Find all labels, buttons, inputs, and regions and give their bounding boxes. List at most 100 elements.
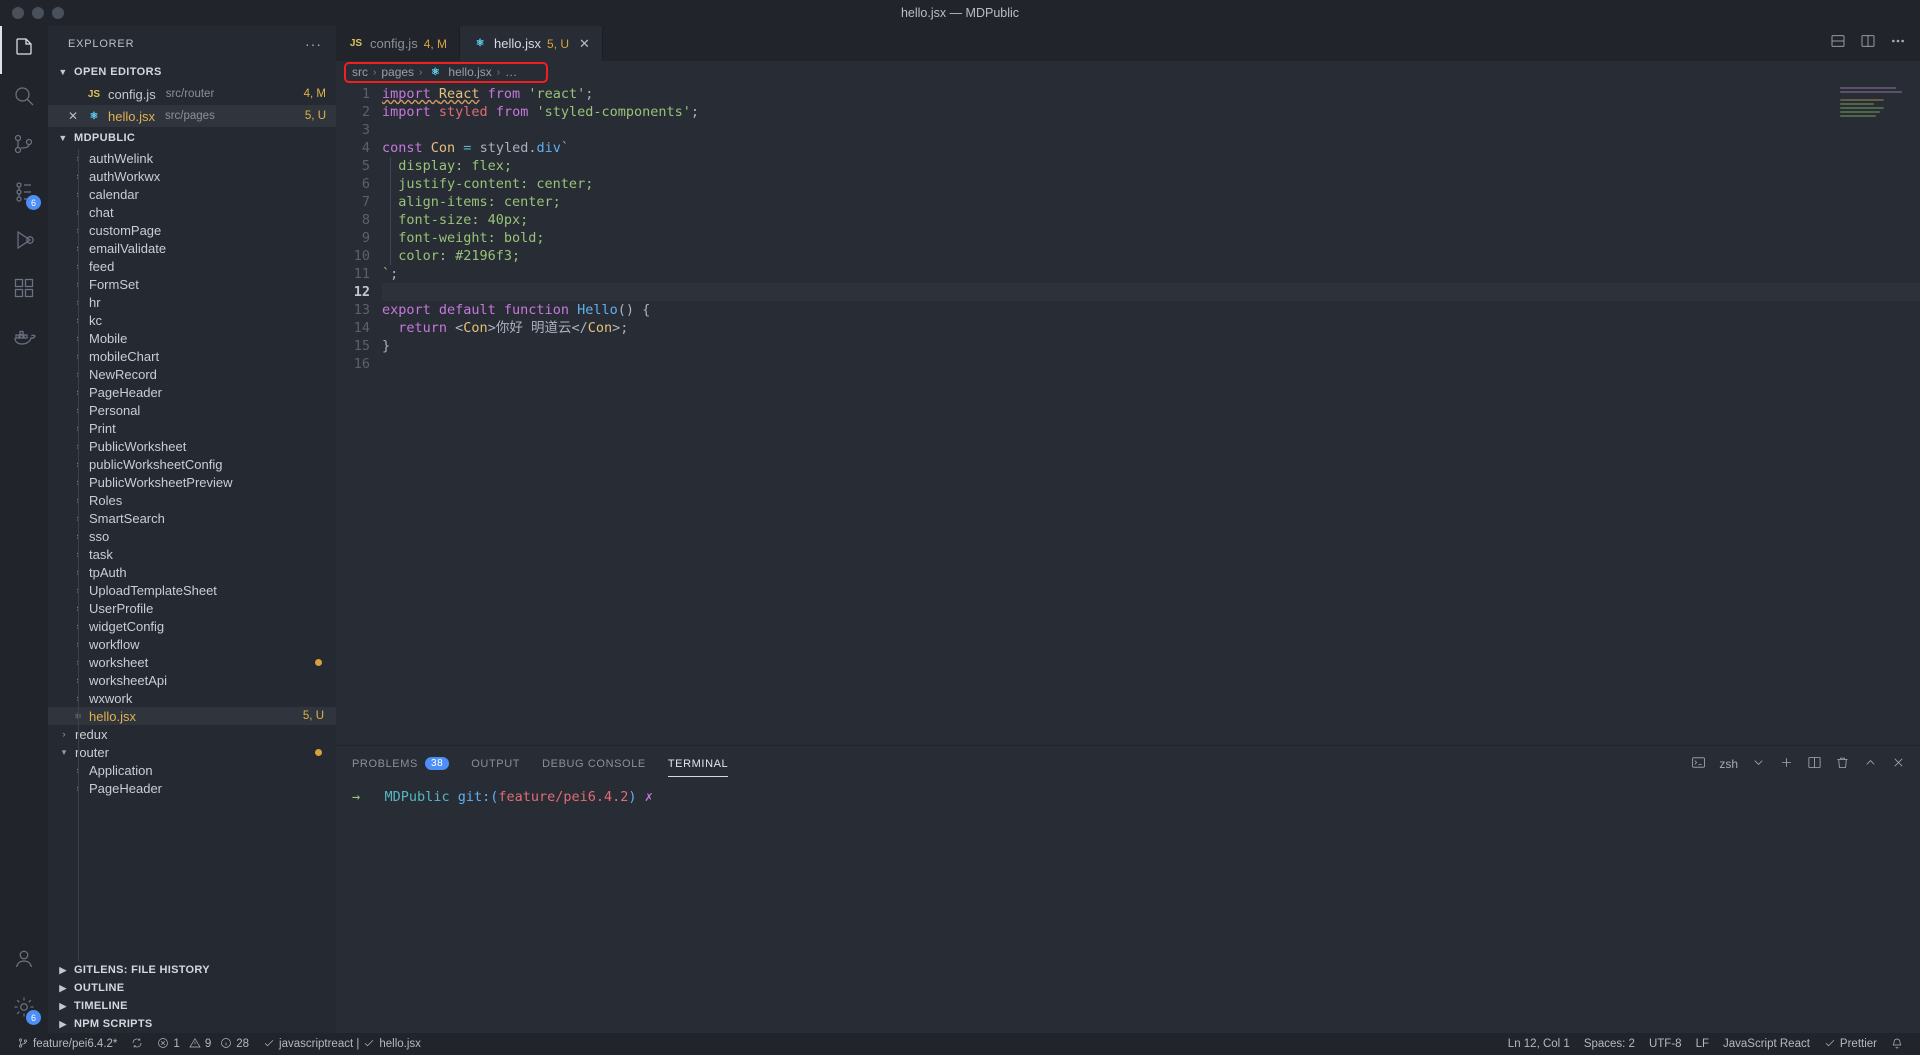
- code-line[interactable]: [382, 355, 1920, 373]
- tree-item[interactable]: ›authWelink: [48, 149, 336, 167]
- close-window-button[interactable]: [12, 7, 24, 19]
- minimap[interactable]: [1840, 87, 1906, 127]
- tree-item[interactable]: ›Mobile: [48, 329, 336, 347]
- code-line[interactable]: [382, 283, 1920, 301]
- tree-item[interactable]: ›emailValidate: [48, 239, 336, 257]
- tree-item[interactable]: ›tpAuth: [48, 563, 336, 581]
- tree-item[interactable]: ›chat: [48, 203, 336, 221]
- activity-extensions[interactable]: [0, 266, 48, 314]
- more-actions-icon[interactable]: [1890, 33, 1906, 54]
- status-sync[interactable]: [124, 1033, 150, 1055]
- status-notifications[interactable]: [1884, 1033, 1910, 1055]
- maximize-window-button[interactable]: [52, 7, 64, 19]
- code-line[interactable]: justify-content: center;: [382, 175, 1920, 193]
- activity-manage[interactable]: 6: [0, 985, 48, 1033]
- terminal-output[interactable]: → MDPublic git:(feature/pei6.4.2) ✗: [336, 781, 1920, 1033]
- code-line[interactable]: `;: [382, 265, 1920, 283]
- tree-item[interactable]: ›PublicWorksheetPreview: [48, 473, 336, 491]
- sidebar-more-icon[interactable]: ···: [299, 36, 328, 52]
- add-terminal-icon[interactable]: [1779, 755, 1794, 773]
- code-line[interactable]: export default function Hello() {: [382, 301, 1920, 319]
- minimize-window-button[interactable]: [32, 7, 44, 19]
- tree-item[interactable]: ›PageHeader: [48, 779, 336, 797]
- panel-tab-terminal[interactable]: TERMINAL: [667, 746, 729, 781]
- tree-item[interactable]: ›NewRecord: [48, 365, 336, 383]
- window-controls[interactable]: [0, 7, 64, 19]
- tree-item[interactable]: ›worksheetApi: [48, 671, 336, 689]
- tree-item[interactable]: ›wxwork: [48, 689, 336, 707]
- tree-item[interactable]: ›PageHeader: [48, 383, 336, 401]
- open-editor-item-hello[interactable]: ✕ ⚛ hello.jsx src/pages 5, U: [48, 105, 336, 127]
- panel-tab-output[interactable]: OUTPUT: [471, 746, 520, 781]
- tab-hello-jsx[interactable]: ⚛ hello.jsx 5, U ✕: [460, 26, 603, 61]
- split-editor-right-icon[interactable]: [1860, 33, 1876, 54]
- tree-item[interactable]: ›UserProfile: [48, 599, 336, 617]
- tree-item[interactable]: ›feed: [48, 257, 336, 275]
- activity-docker[interactable]: [0, 314, 48, 362]
- tree-item[interactable]: ▾ router: [48, 743, 336, 761]
- kill-terminal-icon[interactable]: [1835, 755, 1850, 773]
- tree-item[interactable]: ›workflow: [48, 635, 336, 653]
- section-outline[interactable]: ▶ OUTLINE: [48, 979, 336, 997]
- open-editor-item-config[interactable]: JS config.js src/router 4, M: [48, 83, 336, 105]
- panel-tab-problems[interactable]: PROBLEMS 38: [352, 746, 450, 781]
- file-tree[interactable]: ›authWelink›authWorkwx›calendar›chat›cus…: [48, 149, 336, 961]
- breadcrumb[interactable]: src › pages › ⚛ hello.jsx › …: [336, 61, 1920, 83]
- code-line[interactable]: [382, 121, 1920, 139]
- tree-item[interactable]: ›customPage: [48, 221, 336, 239]
- activity-run-debug[interactable]: [0, 218, 48, 266]
- panel-tab-debug-console[interactable]: DEBUG CONSOLE: [542, 746, 646, 781]
- tree-item[interactable]: ›PublicWorksheet: [48, 437, 336, 455]
- section-gitlens-file-history[interactable]: ▶ GITLENS: FILE HISTORY: [48, 961, 336, 979]
- activity-accounts[interactable]: [0, 937, 48, 985]
- tree-item[interactable]: ›UploadTemplateSheet: [48, 581, 336, 599]
- tree-item[interactable]: ›Roles: [48, 491, 336, 509]
- tree-item[interactable]: ›Application: [48, 761, 336, 779]
- tree-item[interactable]: ›hr: [48, 293, 336, 311]
- tree-item[interactable]: ›SmartSearch: [48, 509, 336, 527]
- tree-item[interactable]: ›authWorkwx: [48, 167, 336, 185]
- code-line[interactable]: import styled from 'styled-components';: [382, 103, 1920, 121]
- code-line[interactable]: font-weight: bold;: [382, 229, 1920, 247]
- status-indentation[interactable]: Spaces: 2: [1577, 1033, 1642, 1055]
- tree-item[interactable]: ›Personal: [48, 401, 336, 419]
- activity-source-control[interactable]: [0, 122, 48, 170]
- section-project-root[interactable]: ▼ MDPUBLIC: [48, 127, 336, 149]
- chevron-down-icon[interactable]: [1751, 755, 1766, 773]
- code-line[interactable]: return <Con>你好 明道云</Con>;: [382, 319, 1920, 337]
- tree-item[interactable]: ›mobileChart: [48, 347, 336, 365]
- tree-item[interactable]: ›task: [48, 545, 336, 563]
- tree-item[interactable]: ›Print: [48, 419, 336, 437]
- code-editor[interactable]: 1 2 3 4 5 6 7 8 9 10 11 12 13 14 15 16 import React fro…: [336, 83, 1920, 745]
- split-terminal-icon[interactable]: [1807, 755, 1822, 773]
- code-content[interactable]: import React from 'react'; import styled …: [382, 83, 1920, 745]
- activity-search[interactable]: [0, 74, 48, 122]
- status-language-mode[interactable]: JavaScript React: [1716, 1033, 1817, 1055]
- activity-git-graph[interactable]: 6: [0, 170, 48, 218]
- terminal-icon[interactable]: [1691, 755, 1706, 773]
- status-eol[interactable]: LF: [1689, 1033, 1716, 1055]
- tree-item[interactable]: ›FormSet: [48, 275, 336, 293]
- code-line[interactable]: align-items: center;: [382, 193, 1920, 211]
- code-line[interactable]: import React from 'react';: [382, 85, 1920, 103]
- activity-explorer[interactable]: [0, 26, 48, 74]
- code-line[interactable]: color: #2196f3;: [382, 247, 1920, 265]
- tree-item[interactable]: ›publicWorksheetConfig: [48, 455, 336, 473]
- status-cursor-position[interactable]: Ln 12, Col 1: [1501, 1033, 1577, 1055]
- close-icon[interactable]: ✕: [66, 109, 80, 123]
- tree-item[interactable]: ›widgetConfig: [48, 617, 336, 635]
- close-panel-icon[interactable]: [1891, 755, 1906, 773]
- status-eslint[interactable]: javascriptreact | hello.jsx: [256, 1033, 428, 1055]
- tab-config-js[interactable]: JS config.js 4, M: [336, 26, 461, 61]
- status-prettier[interactable]: Prettier: [1817, 1033, 1884, 1055]
- tree-item[interactable]: ›kc: [48, 311, 336, 329]
- code-line[interactable]: }: [382, 337, 1920, 355]
- status-encoding[interactable]: UTF-8: [1642, 1033, 1689, 1055]
- section-open-editors[interactable]: ▼ OPEN EDITORS: [48, 61, 336, 83]
- section-npm-scripts[interactable]: ▶ NPM SCRIPTS: [48, 1015, 336, 1033]
- code-line[interactable]: font-size: 40px;: [382, 211, 1920, 229]
- tree-item[interactable]: ›calendar: [48, 185, 336, 203]
- code-line[interactable]: display: flex;: [382, 157, 1920, 175]
- split-editor-down-icon[interactable]: [1830, 33, 1846, 54]
- status-problems[interactable]: 1 9 28: [150, 1033, 256, 1055]
